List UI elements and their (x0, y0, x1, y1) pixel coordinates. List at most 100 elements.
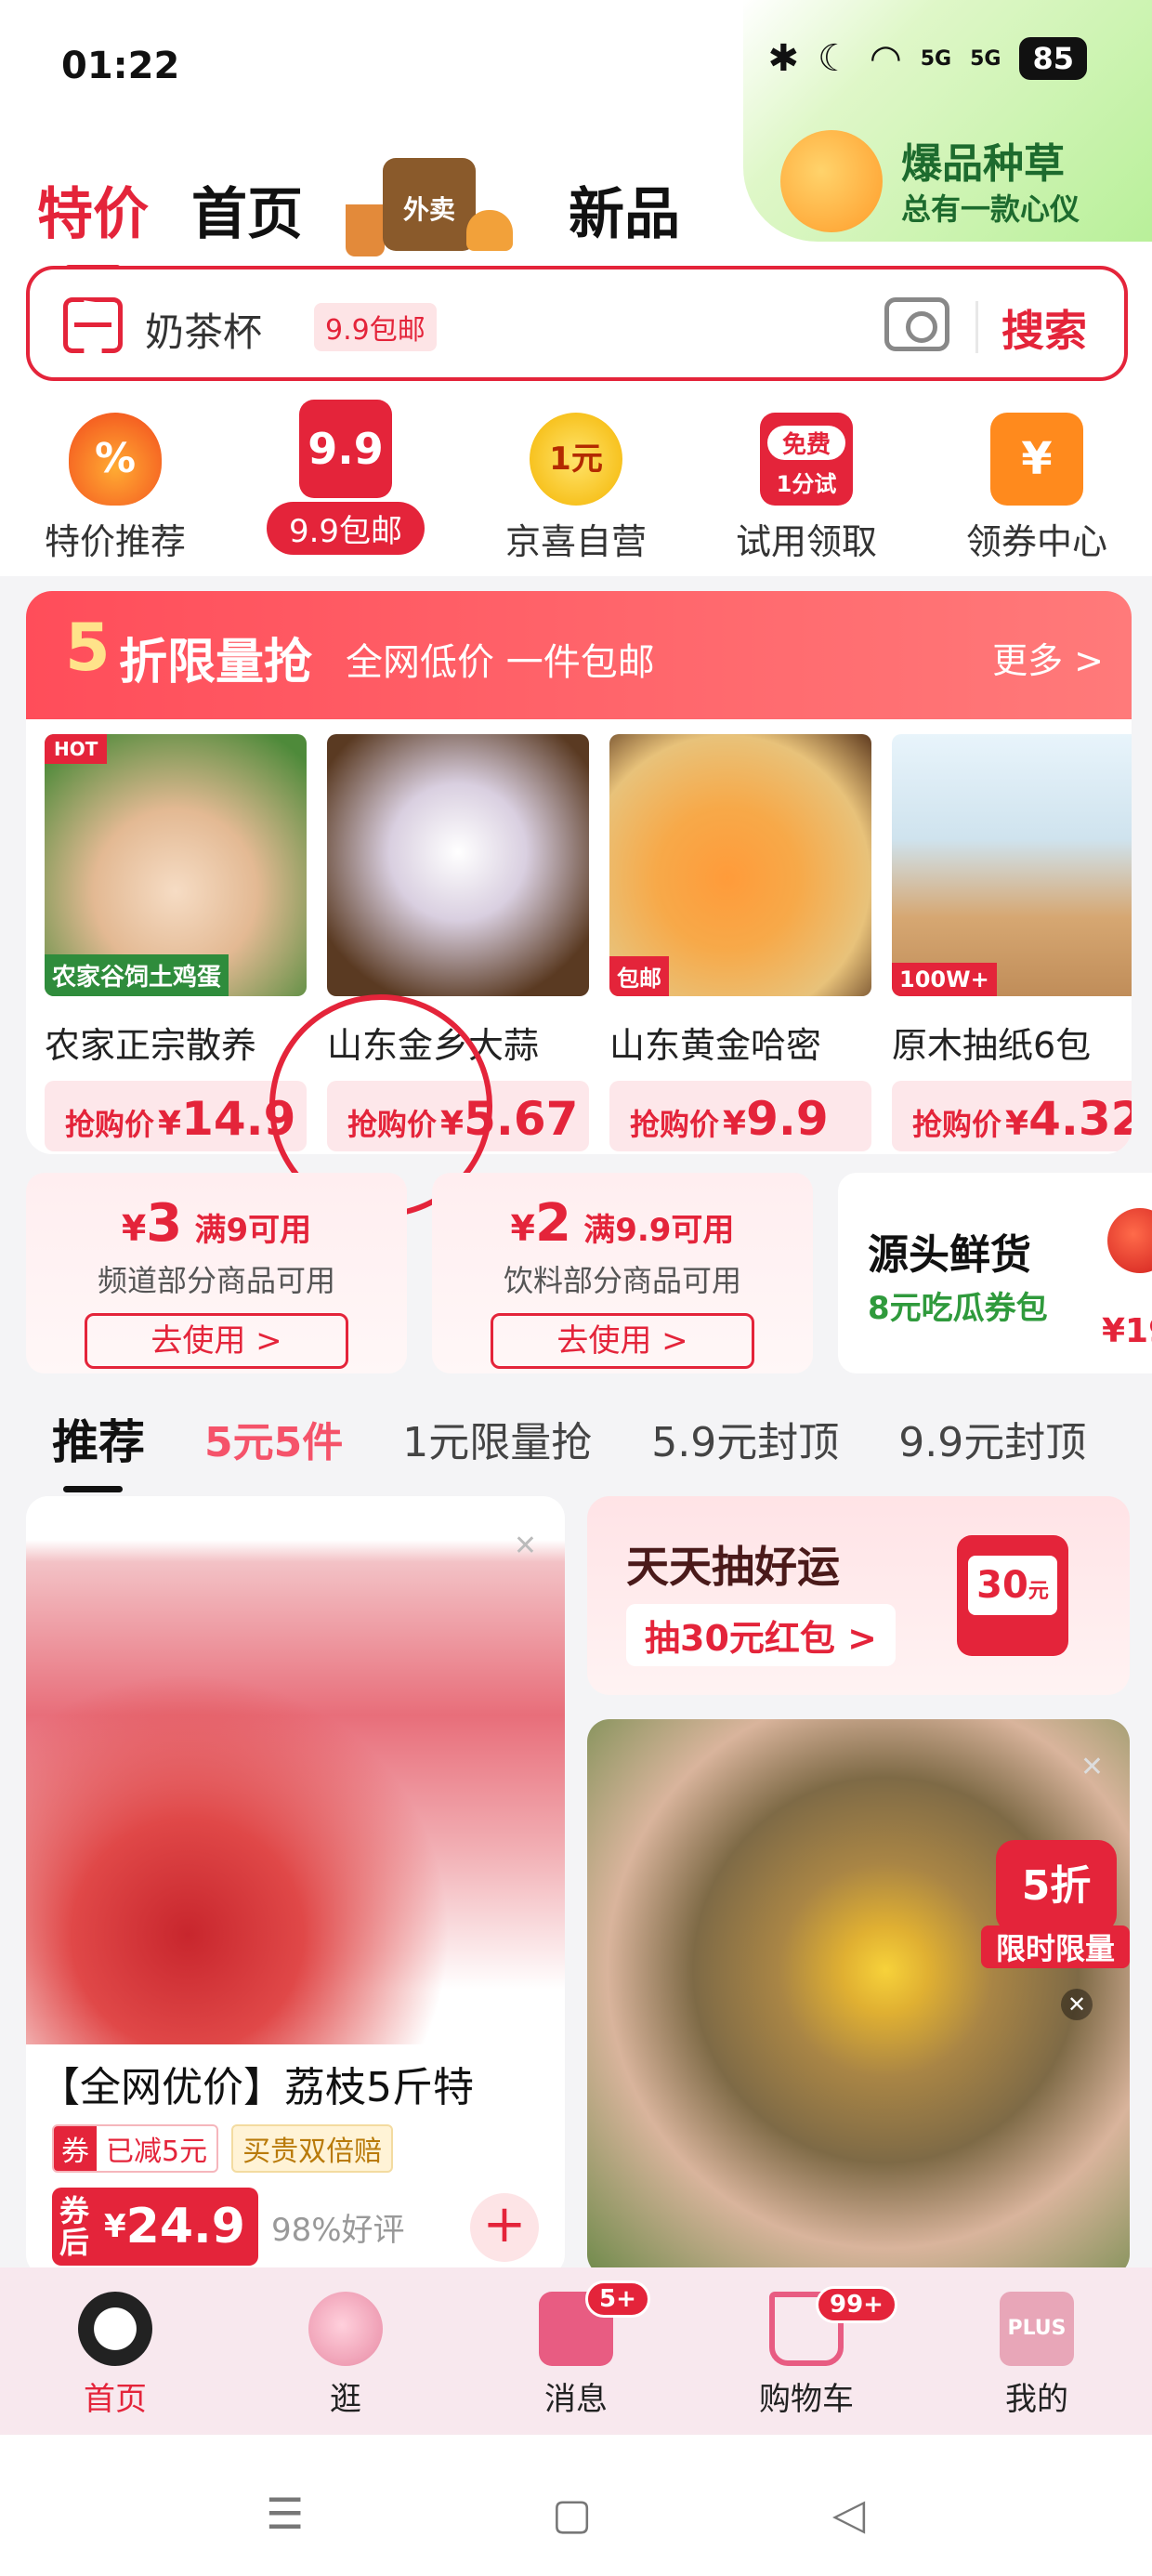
category-row: % 特价推荐 9.9 9.9包邮 1元 京喜自营 免费 1分试 试用领取 ¥ 领… (0, 400, 1152, 576)
coupon-card[interactable]: ¥3 满9可用 频道部分商品可用 去使用 > (26, 1173, 407, 1373)
nav-mine[interactable]: PLUS 我的 (922, 2267, 1152, 2435)
coupon-tag-text: 已减5元 (106, 2136, 208, 2168)
category-nine-nine[interactable]: 9.9 9.9包邮 (230, 400, 461, 576)
free-trial-bottom: 1分试 (776, 471, 837, 497)
add-to-cart-button[interactable]: + (470, 2193, 539, 2262)
tab-special[interactable]: 特价 (37, 169, 149, 272)
coupon-value: 3 (146, 1193, 183, 1254)
search-button[interactable]: 搜索 (1001, 297, 1087, 359)
product-image-garlic[interactable] (327, 734, 589, 996)
moon-icon: ☾ (817, 37, 851, 80)
flash-sale-header: 5 折限量抢 全网低价 一件包邮 更多 > (26, 591, 1132, 719)
status-time: 01:22 (61, 45, 180, 87)
percent-fire-icon: % (69, 413, 162, 506)
tab-one-yuan[interactable]: 1元限量抢 (402, 1409, 592, 1468)
envelope-amount: 30元 (968, 1556, 1057, 1615)
price-label: 抢购价 (630, 1107, 720, 1142)
product-card[interactable]: 包邮 山东黄金哈密 抢购价 ¥ 9.9 (609, 734, 871, 1151)
nav-browse[interactable]: 逛 (230, 2267, 461, 2435)
category-coupon-center[interactable]: ¥ 领券中心 (922, 400, 1152, 576)
product-card[interactable]: HOT 农家谷饲土鸡蛋 农家正宗散养 抢购价 ¥ 14.9 (45, 734, 307, 1151)
status-icons: ✱ ☾ ◠ 5G 5G 85 (767, 37, 1087, 80)
product-card[interactable]: 100W+ 原木抽纸6包 抢购价 ¥ 4.32 (892, 734, 1132, 1151)
tab-home[interactable]: 首页 (191, 169, 303, 250)
burger-icon (466, 210, 513, 251)
flash-sale-title: 折限量抢 (119, 635, 313, 690)
product-tag: 农家谷饲土鸡蛋 (45, 954, 229, 996)
category-jingxi[interactable]: 1元 京喜自营 (461, 400, 691, 576)
lucky-draw-button[interactable]: 抽30元红包 > (626, 1604, 896, 1666)
search-input[interactable]: 奶茶杯 (145, 301, 262, 358)
tab-9-9-cap[interactable]: 9.9元封顶 (898, 1409, 1086, 1468)
coupon-condition: 满9.9可用 (583, 1212, 735, 1249)
tab-recommend[interactable]: 推荐 (52, 1405, 145, 1492)
product-tag: 包邮 (609, 956, 669, 996)
cart-badge: 99+ (816, 2286, 897, 2323)
bottom-nav: 首页 逛 5+ 消息 99+ 购物车 PLUS 我的 (0, 2267, 1152, 2435)
nav-messages[interactable]: 5+ 消息 (461, 2267, 691, 2435)
coupon-row: ¥3 满9可用 频道部分商品可用 去使用 > ¥2 满9.9可用 饮料部分商品可… (26, 1173, 1152, 1373)
home-mascot-icon (78, 2292, 152, 2366)
nav-label: 购物车 (759, 2381, 854, 2418)
close-icon[interactable]: ✕ (514, 1530, 537, 1562)
product-price: 抢购价 ¥ 14.9 (45, 1081, 307, 1151)
search-bar[interactable]: 奶茶杯 9.9包邮 搜索 (26, 266, 1128, 381)
nav-home[interactable]: 首页 (0, 2267, 230, 2435)
use-coupon-button[interactable]: 去使用 > (491, 1313, 754, 1369)
tab-new[interactable]: 新品 (569, 169, 680, 250)
menu-icon[interactable]: ☰ (266, 2489, 304, 2539)
tab-five-for-five[interactable]: 5元5件 (204, 1409, 343, 1468)
price-value: 24.9 (125, 2199, 245, 2254)
product-image-melon[interactable]: 包邮 (609, 734, 871, 996)
flash-sale-products: HOT 农家谷饲土鸡蛋 农家正宗散养 抢购价 ¥ 14.9 山东金乡大蒜 抢购价… (45, 734, 1132, 1151)
discount-value: 5折 (996, 1840, 1117, 1933)
discount-label: 限时限量 (981, 1925, 1130, 1968)
tab-takeout[interactable]: 外卖 (346, 158, 513, 260)
product-name: 原木抽纸6包 (892, 1025, 1092, 1066)
status-bar: 01:22 ✱ ☾ ◠ 5G 5G 85 (0, 0, 1152, 139)
coupon-card[interactable]: ¥2 满9.9可用 饮料部分商品可用 去使用 > (432, 1173, 813, 1373)
nav-cart[interactable]: 99+ 购物车 (691, 2267, 922, 2435)
tab-5-9-cap[interactable]: 5.9元封顶 (651, 1409, 839, 1468)
back-triangle-icon[interactable]: ◁ (832, 2489, 865, 2539)
product-tag: 100W+ (892, 963, 997, 996)
category-special-recommend[interactable]: % 特价推荐 (0, 400, 230, 576)
message-icon: 5+ (539, 2280, 650, 2366)
coupon-amount: ¥2 满9.9可用 (432, 1193, 813, 1254)
product-image-lychee[interactable] (26, 1496, 565, 2044)
product-image-eggs[interactable]: HOT 农家谷饲土鸡蛋 (45, 734, 307, 996)
camera-icon[interactable] (884, 297, 949, 351)
corner-promo-subtitle: 总有一款心仪 (901, 191, 1080, 227)
lucky-title: 天天抽好运 (626, 1542, 840, 1592)
close-icon[interactable]: ✕ (1080, 1751, 1104, 1783)
free-trial-top: 免费 (767, 426, 845, 460)
feed-product-card[interactable]: ✕ 【全网优价】荔枝5斤特 券 已减5元 买贵双倍赔 券后 ¥ 24.9 98%… (26, 1496, 565, 2277)
product-name: 农家正宗散养 (45, 1025, 257, 1066)
signal-icon: 5G (920, 46, 952, 71)
price-value: 9.9 (746, 1092, 829, 1146)
top-tabs: 特价 首页 外卖 新品 (37, 158, 723, 272)
use-coupon-button[interactable]: 去使用 > (85, 1313, 348, 1369)
product-price: 抢购价 ¥ 4.32 (892, 1081, 1132, 1151)
after-coupon-price: 券后 ¥ 24.9 (52, 2188, 258, 2266)
lucky-draw-banner[interactable]: 天天抽好运 抽30元红包 > 30元 (587, 1496, 1130, 1695)
fresh-subtitle: 8元吃瓜券包 (868, 1290, 1048, 1327)
home-square-icon[interactable]: ▢ (552, 2489, 592, 2539)
after-coupon-label: 券后 (59, 2193, 90, 2260)
product-title: 【全网优价】荔枝5斤特 (39, 2064, 474, 2111)
product-price: 抢购价 ¥ 9.9 (609, 1081, 871, 1151)
fresh-goods-promo[interactable]: 源头鲜货 8元吃瓜券包 ¥19.8 (838, 1173, 1152, 1373)
system-nav-bar: ☰ ▢ ◁ (0, 2435, 1152, 2576)
scan-icon[interactable] (63, 297, 123, 353)
flash-discount-badge[interactable]: 5折 限时限量 ✕ (981, 1840, 1130, 2020)
product-image-tissue[interactable]: 100W+ (892, 734, 1132, 996)
category-trial[interactable]: 免费 1分试 试用领取 (691, 400, 922, 576)
flash-sale-more-link[interactable]: 更多 > (992, 632, 1104, 683)
category-label: 9.9包邮 (266, 502, 425, 555)
feed-product-image-ginger[interactable]: ✕ 5折 限时限量 ✕ (587, 1719, 1130, 2277)
flash-sale-card: 5 折限量抢 全网低价 一件包邮 更多 > HOT 农家谷饲土鸡蛋 农家正宗散养… (26, 591, 1132, 1154)
category-label: 京喜自营 (504, 521, 647, 562)
category-label: 特价推荐 (44, 521, 186, 562)
close-icon[interactable]: ✕ (1061, 1989, 1093, 2020)
cart-icon: 99+ (769, 2286, 897, 2366)
